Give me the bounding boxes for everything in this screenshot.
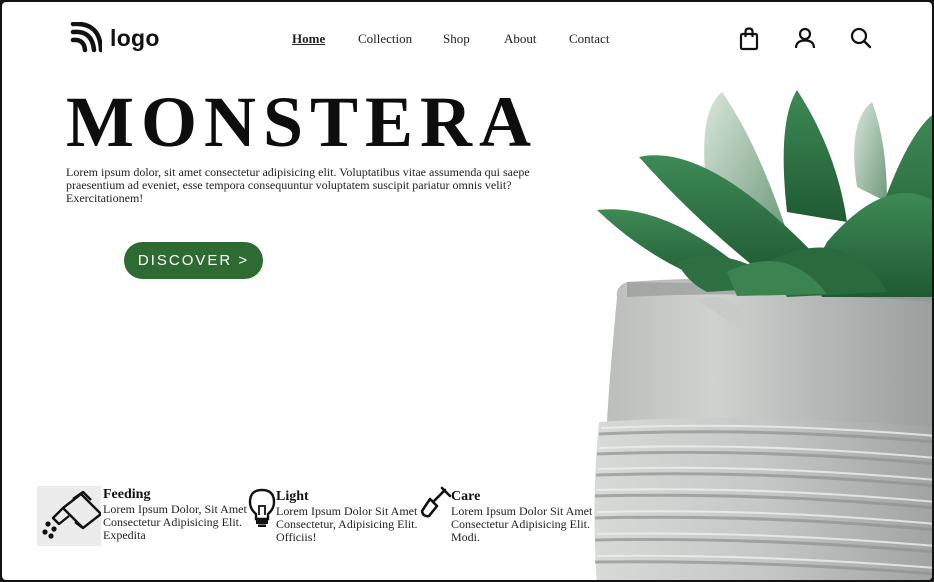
- feature-light-title: Light: [276, 489, 309, 504]
- watering-can-icon: [42, 490, 101, 539]
- feature-care-title: Care: [451, 489, 481, 504]
- shovel-icon: [420, 486, 452, 518]
- feature-light: Light Lorem Ipsum Dolor Sit Amet Consect…: [248, 486, 418, 548]
- feature-light-description: Lorem Ipsum Dolor Sit Amet Consectetur, …: [276, 504, 418, 544]
- feature-feeding-description: Lorem Ipsum Dolor, Sit Amet Consectetur …: [103, 502, 247, 542]
- discover-button[interactable]: DISCOVER >: [124, 242, 263, 279]
- feature-care-description: Lorem Ipsum Dolor Sit Amet Consectetur A…: [451, 504, 593, 544]
- shopping-bag-icon[interactable]: [737, 26, 763, 52]
- succulent-pot-image: [594, 90, 932, 580]
- nav-about[interactable]: About: [504, 31, 537, 47]
- light-bulb-icon: [248, 488, 276, 527]
- user-icon[interactable]: [793, 26, 819, 52]
- hero-title: MONSTERA: [66, 82, 539, 162]
- hero-description: Lorem ipsum dolor, sit amet consectetur …: [66, 165, 530, 205]
- nav-contact[interactable]: Contact: [569, 31, 609, 47]
- nav-shop[interactable]: Shop: [443, 31, 470, 47]
- feature-care: Care Lorem Ipsum Dolor Sit Amet Consecte…: [420, 486, 595, 548]
- nav-home[interactable]: Home: [292, 31, 325, 47]
- nav-collection[interactable]: Collection: [358, 31, 412, 47]
- feature-feeding-title: Feeding: [103, 487, 151, 502]
- header-actions: [737, 26, 877, 52]
- search-icon[interactable]: [849, 26, 875, 52]
- page-frame: logo Home Collection Shop About Contact: [0, 0, 934, 582]
- feature-feeding: Feeding Lorem Ipsum Dolor, Sit Amet Cons…: [37, 486, 247, 548]
